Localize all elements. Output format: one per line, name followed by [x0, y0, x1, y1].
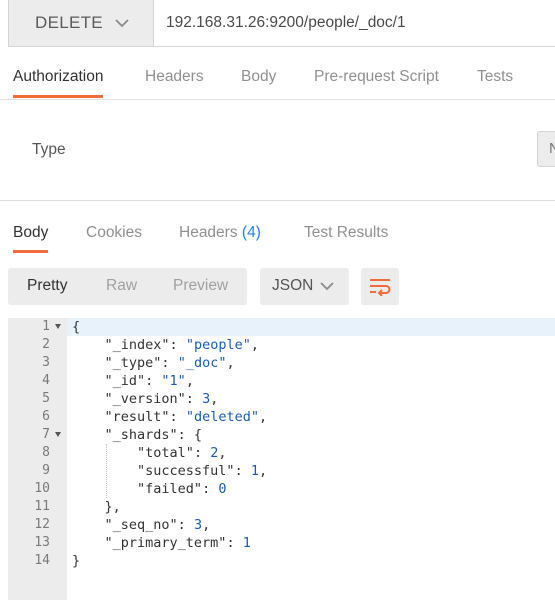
tab-test-results[interactable]: Test Results: [304, 217, 388, 255]
code-line: 11 },: [8, 498, 555, 516]
code-text: "_type": "_doc",: [104, 355, 235, 371]
method-select[interactable]: DELETE: [8, 0, 153, 47]
line-number: 12: [34, 517, 50, 532]
code-text: "_id": "1",: [104, 373, 194, 389]
code-line: 12 "_seq_no": 3,: [8, 516, 555, 534]
code-line: 2 "_index": "people",: [8, 336, 555, 354]
tab-pre-request-script[interactable]: Pre-request Script: [314, 60, 439, 100]
code-text: },: [72, 499, 121, 515]
code-line: 4 "_id": "1",: [8, 372, 555, 390]
chevron-down-icon: [320, 282, 334, 291]
code-line: 6 "result": "deleted",: [8, 408, 555, 426]
code-text: "result": "deleted",: [104, 409, 268, 425]
view-pretty-button[interactable]: Pretty: [27, 277, 67, 295]
line-number: 14: [34, 553, 50, 568]
line-number: 1: [42, 319, 50, 334]
response-tabs: Body Cookies Headers (4) Test Results: [0, 217, 555, 255]
line-number: 11: [34, 499, 50, 514]
code-line: 7 "_shards": {: [8, 426, 555, 444]
auth-type-select[interactable]: N: [537, 131, 555, 167]
code-text: "successful": 1,: [137, 463, 268, 479]
line-number: 7: [42, 427, 50, 442]
code-line: 3 "_type": "_doc",: [8, 354, 555, 372]
code-text: "_index": "people",: [104, 337, 259, 353]
code-line: 8 "total": 2,: [8, 444, 555, 462]
format-select[interactable]: JSON: [260, 268, 349, 305]
format-label: JSON: [272, 277, 314, 294]
tab-response-headers[interactable]: Headers (4): [179, 217, 261, 255]
url-input[interactable]: 192.168.31.26:9200/people/_doc/1: [153, 0, 555, 47]
method-label: DELETE: [35, 13, 103, 32]
code-text: "_shards": {: [104, 427, 203, 443]
code-text: }: [72, 553, 81, 569]
auth-type-value: N: [549, 140, 555, 157]
tab-response-body[interactable]: Body: [13, 217, 49, 255]
code-line: 13 "_primary_term": 1: [8, 534, 555, 552]
url-text: 192.168.31.26:9200/people/_doc/1: [166, 14, 406, 31]
line-number: 9: [42, 463, 50, 478]
line-number: 4: [42, 373, 50, 388]
tab-cookies[interactable]: Cookies: [86, 217, 142, 255]
tab-headers[interactable]: Headers: [145, 60, 204, 100]
code-line: 1{: [8, 318, 555, 336]
authorization-panel: Type N: [0, 100, 555, 201]
line-number: 13: [34, 535, 50, 550]
code-line: 10 "failed": 0: [8, 480, 555, 498]
fold-arrow-icon[interactable]: [55, 432, 61, 437]
view-preview-button[interactable]: Preview: [173, 277, 228, 295]
line-number: 10: [34, 481, 50, 496]
request-bar: DELETE 192.168.31.26:9200/people/_doc/1: [0, 0, 555, 47]
code-text: "_version": 3,: [104, 391, 219, 407]
view-mode-group: Pretty Raw Preview: [8, 268, 247, 305]
code-line: 14}: [8, 552, 555, 570]
line-number: 2: [42, 337, 50, 352]
tab-body[interactable]: Body: [241, 60, 276, 100]
code-text: "total": 2,: [137, 445, 227, 461]
line-number: 8: [42, 445, 50, 460]
code-text: "_seq_no": 3,: [104, 517, 211, 533]
line-number: 6: [42, 409, 50, 424]
tab-tests[interactable]: Tests: [477, 60, 513, 100]
headers-count: (4): [241, 224, 261, 241]
tab-authorization[interactable]: Authorization: [13, 60, 104, 100]
wrap-lines-button[interactable]: [361, 268, 399, 305]
code-line: 9 "successful": 1,: [8, 462, 555, 480]
code-line: 5 "_version": 3,: [8, 390, 555, 408]
indent-guide: [106, 444, 107, 498]
wrap-lines-icon: [370, 279, 391, 296]
response-body-viewer[interactable]: 1{2 "_index": "people", 3 "_type": "_doc"…: [8, 318, 555, 600]
line-number: 5: [42, 391, 50, 406]
response-toolbar: Pretty Raw Preview JSON: [0, 268, 555, 306]
fold-arrow-icon[interactable]: [55, 324, 61, 329]
line-number: 3: [42, 355, 50, 370]
chevron-down-icon: [115, 19, 129, 28]
code-text: "_primary_term": 1: [104, 535, 251, 551]
auth-type-label: Type: [32, 141, 66, 158]
request-tabs: Authorization Headers Body Pre-request S…: [0, 60, 555, 100]
view-raw-button[interactable]: Raw: [106, 277, 137, 295]
code-text: {: [67, 318, 555, 336]
code-text: "failed": 0: [137, 481, 227, 497]
